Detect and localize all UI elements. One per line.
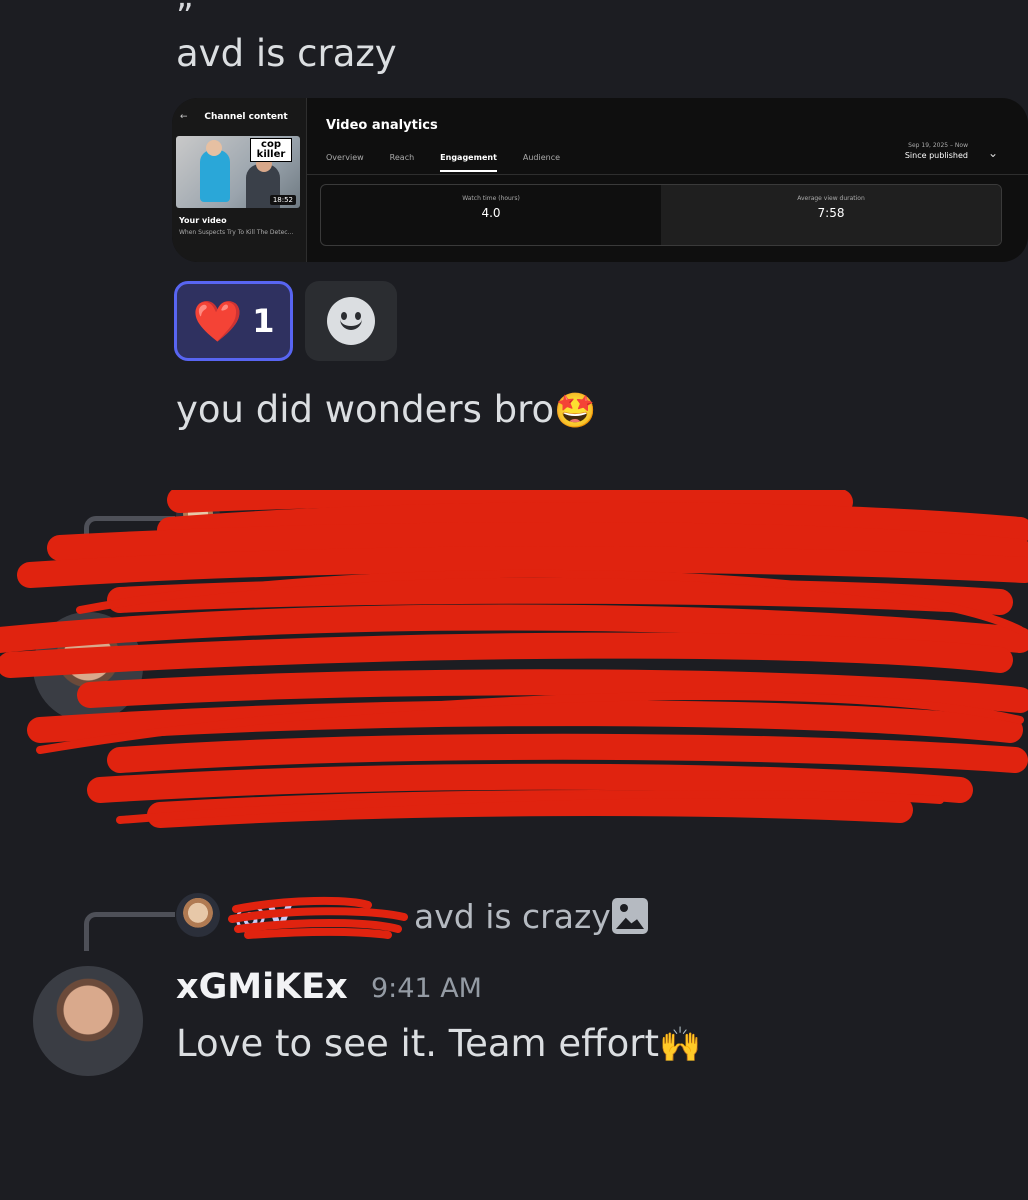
- video-duration: 18:52: [269, 195, 296, 205]
- video-title: When Suspects Try To Kill The Detec...: [179, 229, 294, 236]
- reply-avatar: [176, 893, 220, 937]
- sidebar-title: Channel content: [204, 112, 288, 122]
- tab-engagement: Engagement: [440, 153, 497, 172]
- tab-audience: Audience: [522, 153, 561, 162]
- metric-cards: Watch time (hours) 4.0 Average view dura…: [320, 184, 1002, 246]
- censor-scribble: [0, 490, 1028, 828]
- tab-overview: Overview: [326, 153, 364, 162]
- reply-text[interactable]: avd is crazy: [414, 897, 611, 936]
- message-text: Love to see it. Team effort🙌: [176, 1022, 702, 1065]
- reply-connector: [84, 912, 175, 951]
- message-text: you did wonders bro🤩: [176, 388, 597, 431]
- timestamp: 9:41 AM: [371, 973, 482, 1004]
- analytics-tabs: Overview Reach Engagement Audience: [326, 153, 560, 172]
- raising-hands-emoji: 🙌: [658, 1025, 702, 1065]
- add-reaction-icon: [327, 297, 375, 345]
- image-attachment[interactable]: ← Channel content cop killer 18:52 Your …: [172, 98, 1028, 262]
- heart-emoji: ❤️: [192, 298, 243, 345]
- analytics-header: Video analytics: [326, 118, 438, 133]
- message-text: avd is crazy: [176, 32, 397, 75]
- avatar[interactable]: [33, 966, 143, 1076]
- previous-message-cut: „ ” “ ’: [176, 0, 272, 16]
- thumbnail-caption: cop killer: [250, 138, 292, 162]
- yt-sidebar: ← Channel content cop killer 18:52 Your …: [172, 98, 307, 262]
- star-struck-emoji: 🤩: [554, 391, 597, 431]
- image-icon: [612, 898, 648, 934]
- mention-censor-scribble: [228, 896, 408, 939]
- your-video-label: Your video: [179, 216, 227, 225]
- username[interactable]: xGMiKEx: [176, 967, 348, 1007]
- reaction-count: 1: [252, 302, 275, 340]
- date-range: Sep 19, 2025 – Now Since published: [904, 142, 968, 160]
- chevron-down-icon: ⌄: [987, 146, 998, 160]
- metric-avg-duration: Average view duration 7:58: [661, 185, 1001, 245]
- video-thumbnail: cop killer 18:52: [176, 136, 300, 208]
- back-arrow-icon: ←: [180, 112, 188, 122]
- tab-reach: Reach: [389, 153, 415, 162]
- add-reaction-button[interactable]: [305, 281, 397, 361]
- metric-watch-time: Watch time (hours) 4.0: [462, 195, 520, 220]
- reaction-heart[interactable]: ❤️ 1: [174, 281, 293, 361]
